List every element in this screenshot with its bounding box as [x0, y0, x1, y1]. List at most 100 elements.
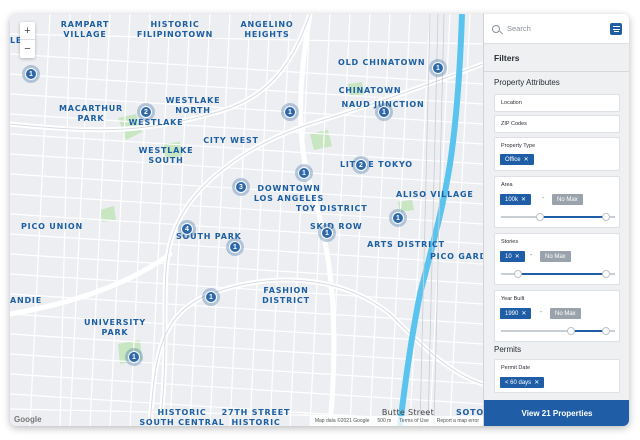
- map-marker[interactable]: 1: [375, 103, 393, 121]
- map-scale: 500 m: [377, 418, 392, 424]
- chip-label: < 60 days: [505, 379, 532, 386]
- map-marker[interactable]: 1: [318, 224, 336, 242]
- map-marker[interactable]: 1: [125, 348, 143, 366]
- map-data-credit: Map data ©2021 Google: [314, 418, 370, 424]
- map-label-university-park: UNIVERSITY PARK: [84, 318, 146, 337]
- slider-min-handle[interactable]: [566, 327, 575, 335]
- location-label: Location: [501, 100, 522, 106]
- location-filter[interactable]: Location: [494, 94, 620, 112]
- map-marker[interactable]: 1: [226, 238, 244, 256]
- property-type-filter: Property Type Office ✕: [494, 137, 620, 171]
- marker-count: 2: [355, 159, 367, 171]
- year-built-max-chip[interactable]: No Max: [550, 308, 581, 319]
- filters-title: Filters: [494, 53, 520, 63]
- map-attribution: Map data ©2021 Google 500 m Terms of Use…: [310, 416, 483, 426]
- area-slider[interactable]: [501, 213, 615, 221]
- slider-min-handle[interactable]: [513, 270, 522, 278]
- marker-count: 1: [128, 351, 140, 363]
- map-marker[interactable]: 1: [202, 288, 220, 306]
- filter-toggle-icon[interactable]: [610, 23, 622, 35]
- slider-min-handle[interactable]: [535, 213, 544, 221]
- chip-label: No Max: [545, 253, 566, 260]
- map-base: [10, 14, 483, 426]
- marker-count: 1: [432, 62, 444, 74]
- report-error-link[interactable]: Report a map error: [437, 418, 479, 424]
- zoom-in-button[interactable]: +: [20, 22, 35, 40]
- chip-label: 100k: [505, 196, 519, 203]
- remove-icon[interactable]: ✕: [524, 156, 529, 163]
- chip-label: No Max: [557, 196, 578, 203]
- area-max-chip[interactable]: No Max: [552, 194, 583, 205]
- map-label-pico-gard: PICO GARD: [430, 252, 483, 261]
- area-filter: Area 100k ✕ - No Max: [494, 176, 620, 228]
- map-label-andie: ANDIE: [10, 296, 42, 305]
- zip-filter[interactable]: ZIP Codes: [494, 115, 620, 133]
- property-type-chip[interactable]: Office ✕: [500, 154, 534, 165]
- map-marker[interactable]: 2: [137, 103, 155, 121]
- search-input[interactable]: [507, 24, 597, 33]
- permit-date-filter: Permit Date < 60 days ✕: [494, 359, 620, 393]
- view-properties-button[interactable]: View 21 Properties: [484, 400, 629, 426]
- range-dash: -: [530, 252, 533, 259]
- slider-max-handle[interactable]: [601, 213, 610, 221]
- filter-panel: Filters Property Attributes Location ZIP…: [483, 14, 629, 426]
- google-logo: Google: [14, 415, 42, 424]
- map-label-little-tokyo: LITTLE TOKYO: [340, 160, 413, 169]
- year-built-slider[interactable]: [501, 327, 615, 335]
- map-label-arts-district: ARTS DISTRICT: [367, 240, 445, 249]
- divider: [484, 71, 629, 72]
- remove-icon[interactable]: ✕: [515, 253, 520, 260]
- marker-count: 3: [235, 181, 247, 193]
- map-marker[interactable]: 3: [232, 178, 250, 196]
- map-marker[interactable]: 2: [352, 156, 370, 174]
- search-icon: [492, 24, 500, 33]
- stories-min-chip[interactable]: 10 ✕: [500, 251, 525, 262]
- area-min-chip[interactable]: 100k ✕: [500, 194, 532, 205]
- map-label-rampart-village: RAMPART VILLAGE: [60, 20, 110, 39]
- map-marker[interactable]: 1: [429, 59, 447, 77]
- map-label-macarthur-park: MACARTHUR PARK: [58, 104, 124, 123]
- marker-count: 1: [298, 167, 310, 179]
- map-label-city-west: CITY WEST: [203, 136, 259, 145]
- map-label-old-chinatown: OLD CHINATOWN: [338, 58, 426, 67]
- stories-label: Stories: [501, 239, 519, 245]
- year-built-filter: Year Built 1990 ✕ - No Max: [494, 290, 620, 342]
- marker-count: 1: [392, 212, 404, 224]
- map-label-toy-district: TOY DISTRICT: [296, 204, 368, 213]
- map-label-westlake-north: WESTLAKE NORTH: [165, 96, 221, 115]
- map-view[interactable]: RAMPART VILLAGE HISTORIC FILIPINOTOWN AN…: [10, 14, 483, 426]
- map-marker[interactable]: 1: [389, 209, 407, 227]
- year-built-min-chip[interactable]: 1990 ✕: [500, 308, 532, 319]
- marker-count: 1: [229, 241, 241, 253]
- map-label-westlake: WESTLAKE: [128, 118, 184, 127]
- search-bar: [484, 14, 629, 44]
- marker-count: 2: [140, 106, 152, 118]
- app-frame: RAMPART VILLAGE HISTORIC FILIPINOTOWN AN…: [10, 14, 629, 426]
- map-marker[interactable]: 1: [281, 103, 299, 121]
- area-label: Area: [501, 182, 513, 188]
- zoom-out-button[interactable]: −: [20, 40, 35, 58]
- property-attributes-title: Property Attributes: [494, 78, 560, 87]
- marker-count: 4: [181, 223, 193, 235]
- range-dash: -: [542, 195, 545, 202]
- remove-icon[interactable]: ✕: [534, 379, 539, 386]
- map-marker[interactable]: 4: [178, 220, 196, 238]
- map-label-historic-filipinotown: HISTORIC FILIPINOTOWN: [136, 20, 214, 39]
- map-label-historic-south-central: HISTORIC SOUTH CENTRAL: [139, 408, 225, 426]
- permits-title: Permits: [494, 345, 522, 354]
- map-marker[interactable]: 1: [295, 164, 313, 182]
- chip-label: No Max: [555, 310, 576, 317]
- slider-max-handle[interactable]: [601, 327, 610, 335]
- stories-slider[interactable]: [501, 270, 615, 278]
- year-built-label: Year Built: [501, 296, 525, 302]
- remove-icon[interactable]: ✕: [521, 196, 526, 203]
- permit-date-chip[interactable]: < 60 days ✕: [500, 377, 545, 388]
- slider-max-handle[interactable]: [601, 270, 610, 278]
- marker-count: 1: [25, 68, 37, 80]
- terms-link[interactable]: Terms of Use: [399, 418, 428, 424]
- map-marker[interactable]: 1: [22, 65, 40, 83]
- marker-count: 1: [378, 106, 390, 118]
- stories-max-chip[interactable]: No Max: [540, 251, 571, 262]
- remove-icon[interactable]: ✕: [521, 310, 526, 317]
- chip-label: 10: [505, 253, 512, 260]
